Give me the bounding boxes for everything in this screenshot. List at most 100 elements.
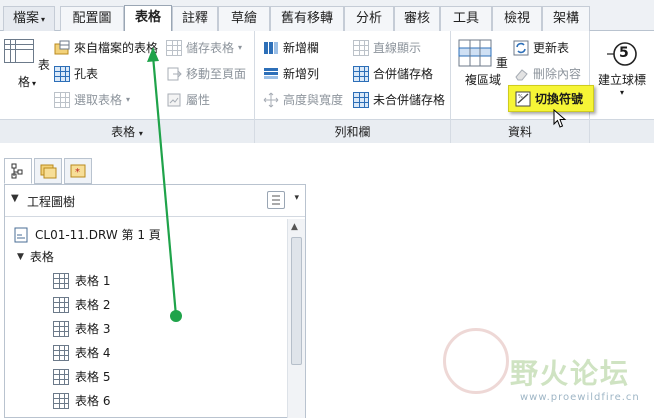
tab-table[interactable]: 表格 <box>124 5 172 31</box>
tree-item-label: 表格 2 <box>75 298 111 312</box>
scroll-thumb[interactable] <box>291 237 302 365</box>
chevron-down-icon[interactable]: ▾ <box>294 193 299 203</box>
switch-symbol-icon: % <box>515 91 531 107</box>
favorites-icon: * <box>70 164 86 178</box>
drawing-tree-header: ▼ 工程圖樹 ▾ <box>5 185 305 217</box>
group-data-title: 資料 <box>507 125 532 139</box>
merge-cells-button[interactable]: 合併儲存格 <box>353 64 433 84</box>
tab-analysis[interactable]: 分析 <box>344 6 394 31</box>
svg-text:%: % <box>518 94 523 100</box>
properties-button[interactable]: 屬性 <box>166 90 210 110</box>
table-icon <box>53 393 69 409</box>
table-grid-icon <box>4 39 35 63</box>
switch-symbol-highlight[interactable]: % 切換符號 <box>508 85 594 112</box>
tab-view[interactable]: 檢視 <box>492 6 542 31</box>
tree-options-icon[interactable] <box>267 191 285 209</box>
tab-tools[interactable]: 工具 <box>440 6 492 31</box>
tree-item-label: 表格 3 <box>75 322 111 336</box>
repeat-region-button[interactable]: 重複區域 <box>455 37 511 97</box>
group-table: 表格 ▾ 來自檔案的表格 孔表 選取表格 ▾ 儲存表格 ▾ 移動至頁面 屬性 表… <box>0 31 255 143</box>
folder-table-icon <box>54 40 70 56</box>
add-column-label: 新增欄 <box>283 41 320 55</box>
collapse-icon[interactable]: ▼ <box>11 193 19 204</box>
add-column-button[interactable]: 新增欄 <box>263 38 319 58</box>
tab-review[interactable]: 審核 <box>394 6 440 31</box>
move-to-page-button[interactable]: 移動至頁面 <box>166 64 246 84</box>
balloon-icon: 5 <box>607 39 637 69</box>
tree-item-label: 表格 1 <box>75 274 111 288</box>
tree-folder-tables[interactable]: ▼ 表格 <box>17 247 54 267</box>
table-from-file-button[interactable]: 來自檔案的表格 <box>54 38 158 58</box>
table-from-file-label: 來自檔案的表格 <box>74 41 159 55</box>
watermark-text: 野火论坛 <box>510 357 631 390</box>
table-button[interactable]: 表格 ▾ <box>4 37 50 97</box>
move-to-page-label: 移動至頁面 <box>186 67 247 81</box>
resize-arrows-icon <box>263 92 279 108</box>
group-rows-columns-footer: 列和欄 <box>255 119 450 143</box>
save-table-button[interactable]: 儲存表格 ▾ <box>166 38 242 58</box>
unmerge-cells-label: 未合併儲存格 <box>373 93 446 107</box>
switch-symbol-button[interactable]: % 切換符號 <box>515 89 583 109</box>
delete-content-button[interactable]: 刪除內容 <box>513 64 581 84</box>
hole-table-label: 孔表 <box>74 67 99 81</box>
straight-display-icon <box>353 40 369 56</box>
tree-root-drawing[interactable]: CL01-11.DRW 第 1 頁 <box>13 225 161 245</box>
folder-icon <box>40 164 57 179</box>
straight-display-button[interactable]: 直線顯示 <box>353 38 421 58</box>
tree-item-label: 表格 5 <box>75 370 111 384</box>
drawing-file-icon <box>13 227 29 243</box>
group-data-footer: 資料 <box>451 119 589 143</box>
tree-scrollbar[interactable]: ▲ <box>287 219 305 418</box>
properties-icon <box>166 92 182 108</box>
tree-icon <box>11 163 23 179</box>
tab-file-label: 檔案 <box>12 11 39 26</box>
chevron-down-icon: ▾ <box>126 95 131 104</box>
create-balloon-label: 建立球標 <box>597 73 646 87</box>
chevron-down-icon: ▾ <box>238 43 243 52</box>
tree-item-table[interactable]: 表格 4 <box>53 343 110 363</box>
svg-text:*: * <box>75 167 80 178</box>
create-balloon-button[interactable]: 5 建立球標 ▾ <box>594 37 650 103</box>
unmerge-cells-icon <box>353 92 369 108</box>
tab-model-tree[interactable] <box>4 158 32 184</box>
tab-annotate[interactable]: 註釋 <box>172 6 218 31</box>
chevron-down-icon: ▾ <box>32 79 37 88</box>
tree-item-table[interactable]: 表格 2 <box>53 295 110 315</box>
properties-label: 屬性 <box>186 93 211 107</box>
scroll-up-icon[interactable]: ▲ <box>291 222 298 232</box>
tree-item-table[interactable]: 表格 5 <box>53 367 110 387</box>
update-table-button[interactable]: 更新表 <box>513 38 569 58</box>
tree-item-table[interactable]: 表格 1 <box>53 271 110 291</box>
group-rows-columns-title: 列和欄 <box>334 125 371 139</box>
tree-item-label: 表格 6 <box>75 394 111 408</box>
straight-display-label: 直線顯示 <box>373 41 422 55</box>
group-rows-columns: 新增欄 新增列 高度與寬度 直線顯示 合併儲存格 未合併儲存格 列和欄 <box>255 31 451 143</box>
tab-file[interactable]: 檔案 ▾ <box>3 6 55 31</box>
hole-table-icon <box>54 66 70 82</box>
drawing-tree: CL01-11.DRW 第 1 頁 ▼ 表格 表格 1 表格 2 表格 3 表格… <box>5 219 287 418</box>
tab-folder-browser[interactable] <box>34 158 62 184</box>
tree-folder-label: 表格 <box>29 250 54 264</box>
group-table-footer[interactable]: 表格 ▾ <box>0 119 254 143</box>
height-width-button[interactable]: 高度與寬度 <box>263 90 343 110</box>
tab-layout[interactable]: 配置圖 <box>60 6 124 31</box>
select-table-button[interactable]: 選取表格 ▾ <box>54 90 130 110</box>
update-table-label: 更新表 <box>533 41 570 55</box>
tab-framework[interactable]: 架構 <box>542 6 590 31</box>
tab-sketch[interactable]: 草繪 <box>218 6 270 31</box>
add-column-icon <box>263 40 279 56</box>
save-table-label: 儲存表格 <box>186 41 235 55</box>
expand-icon[interactable]: ▼ <box>17 247 24 267</box>
table-icon <box>53 345 69 361</box>
tree-item-table[interactable]: 表格 3 <box>53 319 110 339</box>
tab-favorites[interactable]: * <box>64 158 92 184</box>
drawing-tree-panel: ▼ 工程圖樹 ▾ CL01-11.DRW 第 1 頁 ▼ 表格 表格 1 表格 … <box>4 184 306 418</box>
hole-table-button[interactable]: 孔表 <box>54 64 98 84</box>
refresh-table-icon <box>513 40 529 56</box>
tree-item-table[interactable]: 表格 6 <box>53 391 110 411</box>
balloon-number: 5 <box>619 45 629 61</box>
add-row-button[interactable]: 新增列 <box>263 64 319 84</box>
tab-legacy-migration[interactable]: 舊有移轉 <box>270 6 344 31</box>
unmerge-cells-button[interactable]: 未合併儲存格 <box>353 90 445 110</box>
chevron-down-icon: ▾ <box>41 15 46 24</box>
